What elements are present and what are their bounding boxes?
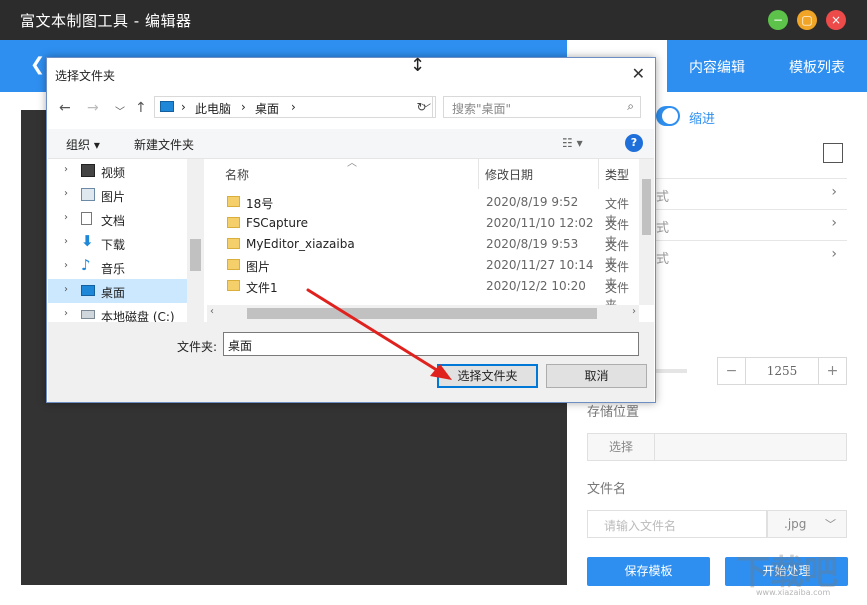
- folder-icon: [227, 217, 240, 228]
- style-row-2[interactable]: 式 ›: [640, 209, 847, 239]
- select-folder-button[interactable]: 选择文件夹: [437, 364, 538, 388]
- dialog-footer: 文件夹: 桌面 选择文件夹 取消: [48, 322, 654, 402]
- desktop-icon: [81, 285, 95, 296]
- tree-item-music[interactable]: › ♪ 音乐: [48, 255, 188, 279]
- back-icon[interactable]: ❮: [30, 54, 45, 75]
- indent-label: 缩进: [689, 112, 716, 127]
- back-arrow-icon[interactable]: ←: [59, 100, 71, 116]
- maximize-button[interactable]: ▢: [797, 10, 817, 30]
- column-header-type[interactable]: 类型: [599, 159, 639, 189]
- tree-scrollbar[interactable]: [187, 159, 204, 322]
- address-bar[interactable]: › 此电脑 › 桌面 › ﹀: [154, 96, 436, 118]
- expand-icon[interactable]: ›: [64, 236, 68, 247]
- folder-icon: [227, 280, 240, 291]
- increment-button[interactable]: +: [818, 358, 846, 384]
- option-checkbox[interactable]: [823, 143, 843, 163]
- close-icon[interactable]: ✕: [632, 64, 645, 83]
- storage-path-field[interactable]: 选择: [587, 433, 847, 461]
- style-row-label: 式: [656, 190, 670, 205]
- tree-item-downloads[interactable]: › ⬇ 下载: [48, 231, 188, 255]
- computer-icon: [160, 101, 174, 112]
- expand-icon[interactable]: ›: [64, 164, 68, 175]
- file-list-horizontal-scrollbar[interactable]: ‹ ›: [207, 305, 639, 322]
- extension-value: .jpg: [784, 517, 807, 531]
- tree-item-video[interactable]: › 视频: [48, 159, 188, 183]
- indent-toggle[interactable]: [656, 106, 680, 126]
- file-row[interactable]: 图片 2020/11/27 10:14 文件夹: [207, 256, 639, 291]
- folder-icon: [227, 238, 240, 249]
- minimize-button[interactable]: −: [768, 10, 788, 30]
- style-row-label: 式: [656, 252, 670, 267]
- close-window-button[interactable]: ×: [826, 10, 846, 30]
- video-icon: [81, 164, 95, 177]
- expand-icon[interactable]: ›: [64, 260, 68, 271]
- file-row[interactable]: 18号 2020/8/19 9:52 文件夹: [207, 193, 639, 228]
- organize-button[interactable]: 组织 ▾: [66, 136, 100, 153]
- folder-icon: [227, 196, 240, 207]
- search-icon: ⌕: [627, 99, 634, 113]
- storage-label: 存储位置: [587, 405, 640, 420]
- disk-icon: [81, 310, 95, 319]
- expand-icon[interactable]: ›: [64, 308, 68, 319]
- tree-item-documents[interactable]: › 文档: [48, 207, 188, 231]
- style-row-label: 式: [656, 221, 670, 236]
- title-bar: 富文本制图工具 - 编辑器 − ▢ ×: [0, 0, 867, 40]
- stepper-value[interactable]: 1255: [746, 364, 818, 378]
- expand-icon[interactable]: ›: [64, 284, 68, 295]
- file-row[interactable]: FSCapture 2020/11/10 12:02 文件夹: [207, 214, 639, 249]
- watermark-logo: 下载吧 www.xiazaiba.com: [736, 553, 838, 597]
- folder-field-label: 文件夹:: [177, 340, 218, 354]
- tab-content-edit[interactable]: 内容编辑: [689, 57, 745, 77]
- tab-template-list[interactable]: 模板列表: [789, 57, 845, 77]
- breadcrumb-this-pc[interactable]: 此电脑: [195, 100, 231, 117]
- help-icon[interactable]: ?: [625, 134, 643, 152]
- chevron-right-icon: ›: [831, 246, 837, 262]
- chevron-down-icon: ﹀: [825, 518, 836, 531]
- tree-item-desktop[interactable]: › 桌面: [48, 279, 188, 303]
- filename-input[interactable]: 请输入文件名: [587, 510, 767, 538]
- file-row[interactable]: 文件1 2020/12/2 10:20 文件夹: [207, 277, 639, 312]
- recent-chevron-icon[interactable]: ﹀: [115, 103, 125, 118]
- new-folder-button[interactable]: 新建文件夹: [134, 136, 194, 153]
- choose-path-button[interactable]: 选择: [588, 434, 655, 460]
- column-header-name[interactable]: 名称: [207, 159, 479, 189]
- tree-item-pictures[interactable]: › 图片: [48, 183, 188, 207]
- file-list-vertical-scrollbar[interactable]: [639, 159, 654, 305]
- document-icon: [81, 212, 92, 225]
- view-options-icon[interactable]: ☷ ▾: [562, 136, 583, 150]
- extension-select[interactable]: .jpg ﹀: [767, 510, 847, 538]
- expand-icon[interactable]: ›: [64, 188, 68, 199]
- resize-cursor-icon: ↕: [410, 55, 426, 76]
- download-icon: ⬇: [81, 232, 94, 250]
- up-arrow-icon[interactable]: ↑: [135, 100, 147, 116]
- refresh-icon[interactable]: ↻: [411, 96, 433, 118]
- folder-icon: [227, 259, 240, 270]
- forward-arrow-icon[interactable]: →: [87, 100, 99, 116]
- file-list: ︿ 名称 修改日期 类型 18号 2020/8/19 9:52 文件夹 FSCa…: [207, 158, 654, 312]
- style-row-1[interactable]: 式 ›: [640, 178, 847, 208]
- save-template-button[interactable]: 保存模板: [587, 557, 710, 586]
- file-row[interactable]: MyEditor_xiazaiba 2020/8/19 9:53 文件夹: [207, 235, 639, 270]
- search-placeholder: 搜索"桌面": [452, 102, 512, 116]
- decrement-button[interactable]: −: [718, 358, 746, 384]
- search-input[interactable]: 搜索"桌面" ⌕: [443, 96, 641, 118]
- column-header-date[interactable]: 修改日期: [479, 159, 599, 189]
- breadcrumb-desktop[interactable]: 桌面: [255, 100, 279, 117]
- chevron-right-icon: ›: [831, 184, 837, 200]
- folder-input[interactable]: 桌面: [223, 332, 639, 356]
- watermark-url: www.xiazaiba.com: [756, 588, 831, 597]
- chevron-right-icon: ›: [831, 215, 837, 231]
- dialog-title: 选择文件夹: [55, 69, 116, 83]
- app-title: 富文本制图工具 - 编辑器: [20, 12, 192, 30]
- filename-label: 文件名: [587, 482, 627, 497]
- style-row-3[interactable]: 式 ›: [640, 240, 847, 270]
- picture-icon: [81, 188, 95, 201]
- select-folder-dialog: 选择文件夹 ✕ ← → ﹀ ↑ › 此电脑 › 桌面 › ﹀ ↻ 搜索"桌面" …: [46, 57, 656, 403]
- expand-icon[interactable]: ›: [64, 212, 68, 223]
- music-icon: ♪: [81, 256, 91, 274]
- navigation-tree: › 视频 › 图片 › 文档 › ⬇ 下载 › ♪ 音乐 › 桌面 › 本地磁盘…: [48, 159, 204, 324]
- cancel-button[interactable]: 取消: [546, 364, 647, 388]
- size-stepper[interactable]: − 1255 +: [717, 357, 847, 385]
